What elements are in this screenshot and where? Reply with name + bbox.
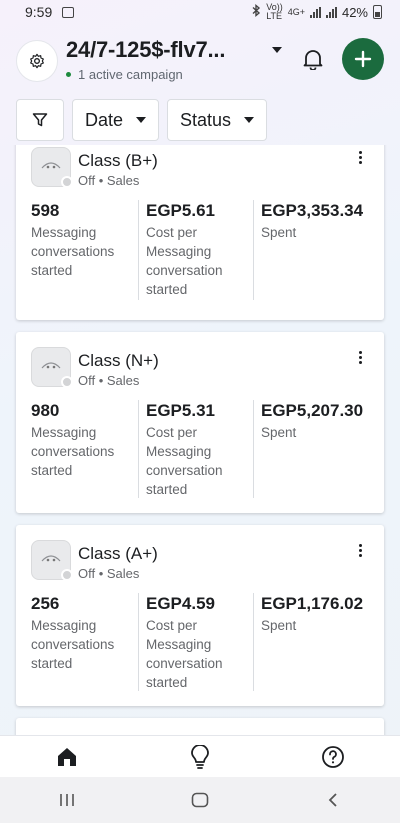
bell-icon [303, 50, 323, 70]
metric-value: EGP4.59 [146, 594, 215, 613]
metric-value: 598 [31, 201, 60, 220]
status-filter-label: Status [180, 109, 232, 130]
metric-spent: EGP3,353.34 Spent [261, 199, 371, 242]
divider [253, 400, 254, 498]
metric-label: Cost per Messaging conversation started [146, 618, 223, 690]
campaign-name[interactable]: Class (N+) [78, 351, 159, 371]
bottom-nav [0, 735, 400, 777]
metric-value: 256 [31, 594, 60, 613]
metric-value: EGP1,176.02 [261, 594, 364, 613]
help-icon [322, 745, 345, 768]
metric-cost-per-result: EGP5.61 Cost per Messaging conversation … [146, 199, 256, 299]
campaign-thumbnail [31, 147, 73, 188]
create-button[interactable] [342, 38, 384, 80]
bluetooth-icon [252, 4, 261, 20]
back-chevron-icon [329, 793, 337, 807]
divider [253, 200, 254, 300]
metric-cost-per-result: EGP4.59 Cost per Messaging conversation … [146, 592, 256, 692]
signal-icon-2 [325, 6, 337, 18]
date-filter-dropdown[interactable]: Date [72, 99, 160, 141]
campaign-card[interactable]: Class (B+) Off • Sales 598 Messaging con… [16, 145, 384, 320]
caret-down-icon [136, 117, 147, 123]
campaign-thumbnail [31, 540, 73, 581]
campaign-list[interactable]: Class (B+) Off • Sales 598 Messaging con… [0, 145, 400, 735]
caret-down-icon [244, 117, 255, 123]
metric-results: 598 Messaging conversations started [31, 199, 141, 280]
filter-bar: Date Status [16, 99, 268, 141]
campaign-card[interactable] [16, 718, 384, 735]
status-filter-dropdown[interactable]: Status [167, 99, 268, 141]
divider [138, 400, 139, 498]
nav-home[interactable] [0, 736, 133, 777]
nav-insights[interactable] [133, 736, 266, 777]
campaign-status: Off • Sales [78, 566, 140, 581]
off-status-dot-icon [61, 569, 73, 581]
home-button[interactable] [180, 785, 220, 815]
lightbulb-icon [191, 744, 209, 769]
metric-label: Messaging conversations started [31, 425, 115, 478]
divider [253, 593, 254, 691]
metric-label: Spent [261, 425, 297, 440]
battery-icon [373, 5, 382, 19]
divider [138, 200, 139, 300]
notifications-button[interactable] [298, 44, 328, 74]
more-options-button[interactable] [350, 540, 370, 560]
network-type-label: 4G+ [287, 6, 305, 17]
metric-cost-per-result: EGP5.31 Cost per Messaging conversation … [146, 399, 256, 499]
home-icon [57, 747, 76, 766]
metric-value: EGP5.31 [146, 401, 215, 420]
status-time: 9:59 [25, 4, 53, 20]
campaign-card[interactable]: Class (A+) Off • Sales 256 Messaging con… [16, 525, 384, 706]
volte-label: Vo)) LTE [266, 2, 283, 21]
metric-value: EGP5.61 [146, 201, 215, 220]
campaign-status: Off • Sales [78, 373, 140, 388]
recent-apps-button[interactable] [47, 785, 87, 815]
status-indicators: Vo)) LTE 4G+ 42% [252, 3, 382, 21]
plus-icon [354, 50, 372, 68]
home-pill-icon [191, 792, 209, 808]
gear-icon [30, 53, 44, 69]
status-bar: 9:59 Vo)) LTE 4G+ 42% [0, 0, 400, 24]
nav-help[interactable] [267, 736, 400, 777]
metric-value: EGP5,207.30 [261, 401, 364, 420]
metric-label: Spent [261, 225, 297, 240]
campaign-card[interactable]: Class (N+) Off • Sales 980 Messaging con… [16, 332, 384, 513]
back-button[interactable] [313, 785, 353, 815]
filter-icon [32, 113, 48, 127]
metric-spent: EGP1,176.02 Spent [261, 592, 381, 635]
campaign-status: Off • Sales [78, 173, 140, 188]
metric-value: EGP3,353.34 [261, 201, 364, 220]
filter-button[interactable] [16, 99, 64, 141]
header: 24/7-125$-flv7... 1 active campaign [16, 34, 384, 90]
active-dot-icon [66, 72, 71, 77]
battery-percent: 42% [341, 4, 368, 20]
metric-value: 980 [31, 401, 60, 420]
active-campaign-count: 1 active campaign [78, 67, 183, 82]
campaign-thumbnail [31, 347, 73, 388]
system-nav-bar [0, 777, 400, 823]
metric-results: 980 Messaging conversations started [31, 399, 141, 480]
campaign-name[interactable]: Class (A+) [78, 544, 158, 564]
more-options-button[interactable] [350, 347, 370, 367]
metric-label: Messaging conversations started [31, 225, 115, 278]
account-dropdown-caret-icon[interactable] [272, 47, 282, 53]
account-name[interactable]: 24/7-125$-flv7... [66, 37, 225, 63]
gallery-notification-icon [62, 6, 75, 18]
off-status-dot-icon [61, 376, 73, 388]
more-options-button[interactable] [350, 147, 370, 167]
signal-icon [309, 6, 321, 18]
metric-label: Cost per Messaging conversation started [146, 425, 223, 497]
metric-label: Spent [261, 618, 297, 633]
campaign-name[interactable]: Class (B+) [78, 151, 158, 171]
metric-spent: EGP5,207.30 Spent [261, 399, 371, 442]
settings-button[interactable] [16, 40, 58, 82]
divider [138, 593, 139, 691]
metric-label: Cost per Messaging conversation started [146, 225, 223, 297]
off-status-dot-icon [61, 176, 73, 188]
metric-label: Messaging conversations started [31, 618, 115, 671]
recent-apps-icon [59, 794, 74, 806]
active-campaign-status: 1 active campaign [66, 67, 183, 82]
date-filter-label: Date [85, 109, 124, 130]
metric-results: 256 Messaging conversations started [31, 592, 141, 673]
